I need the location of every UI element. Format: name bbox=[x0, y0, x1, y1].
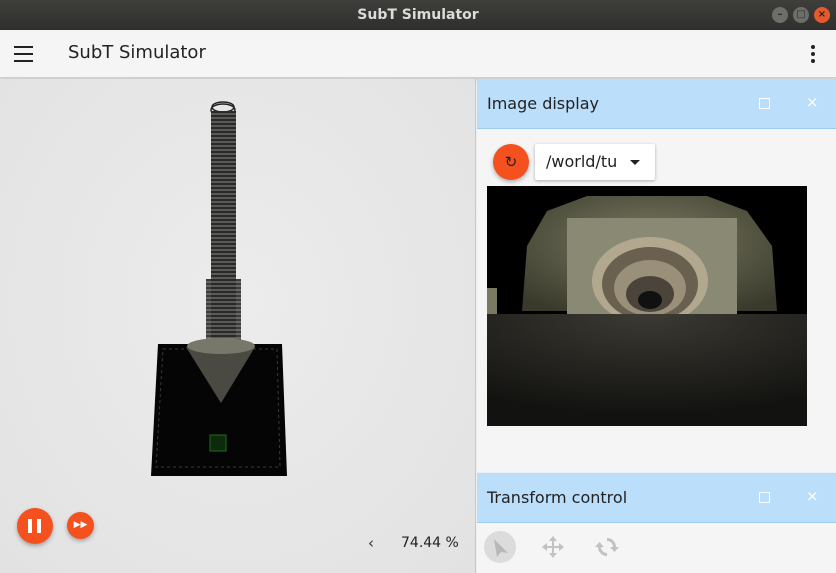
hamburger-menu-icon[interactable] bbox=[14, 46, 33, 62]
topic-select[interactable]: /world/tu bbox=[535, 144, 655, 180]
maximize-panel-icon[interactable] bbox=[759, 492, 770, 503]
close-icon[interactable]: × bbox=[814, 7, 830, 23]
transform-control-header: Transform control × bbox=[477, 473, 836, 523]
close-panel-icon[interactable]: × bbox=[806, 487, 819, 505]
step-forward-button[interactable]: ▶▶ bbox=[67, 512, 94, 539]
minimize-icon[interactable]: – bbox=[772, 7, 788, 23]
fast-forward-icon: ▶▶ bbox=[73, 520, 88, 530]
close-panel-icon[interactable]: × bbox=[806, 93, 819, 111]
topic-select-value: /world/tu bbox=[546, 152, 618, 171]
window-controls: – □ × bbox=[772, 7, 830, 23]
chevron-left-icon[interactable]: ‹ bbox=[368, 534, 374, 552]
select-icon[interactable] bbox=[484, 531, 516, 563]
refresh-button[interactable]: ↻ bbox=[493, 144, 529, 180]
image-display-header: Image display × bbox=[477, 79, 836, 129]
window-title: SubT Simulator bbox=[357, 7, 479, 23]
maximize-panel-icon[interactable] bbox=[759, 98, 770, 109]
scene-3d-view[interactable]: ▶▶ ‹ 74.44 % bbox=[0, 79, 476, 573]
window-titlebar: SubT Simulator – □ × bbox=[0, 0, 836, 30]
panel-title: Image display bbox=[487, 94, 600, 113]
pause-button[interactable] bbox=[17, 508, 53, 544]
dropdown-caret-icon bbox=[630, 160, 640, 165]
scene-render bbox=[151, 101, 287, 476]
app-title: SubT Simulator bbox=[68, 42, 206, 63]
refresh-icon: ↻ bbox=[504, 153, 518, 171]
real-time-factor: 74.44 % bbox=[401, 535, 459, 551]
more-vert-icon[interactable] bbox=[810, 45, 816, 65]
pause-icon bbox=[28, 519, 32, 533]
rotate-icon[interactable] bbox=[591, 531, 623, 563]
maximize-icon[interactable]: □ bbox=[793, 7, 809, 23]
tunnel-image bbox=[487, 186, 807, 426]
transform-control-body bbox=[477, 523, 836, 573]
panel-title: Transform control bbox=[487, 488, 628, 507]
camera-image bbox=[487, 186, 807, 426]
app-bar: SubT Simulator bbox=[0, 30, 836, 78]
translate-icon[interactable] bbox=[537, 531, 569, 563]
